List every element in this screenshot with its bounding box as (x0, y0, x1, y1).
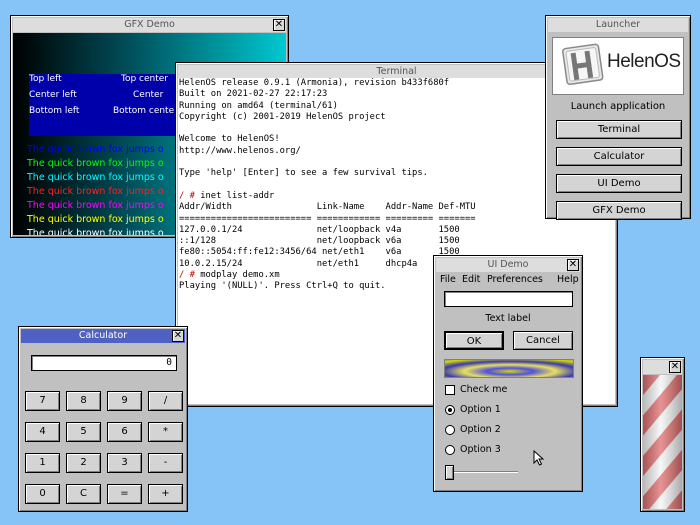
terminal-line-text: Built on 2021-02-27 22:17:23 (179, 89, 328, 100)
launcher-window[interactable]: Launcher HelenOS Launch application Term… (545, 15, 691, 220)
terminal-line: 127.0.0.1/24 net/loopback v4a 1500 (179, 225, 614, 236)
close-icon[interactable]: ✕ (273, 19, 285, 31)
launcher-title: Launcher (595, 19, 641, 30)
gfx-demo-title: GFX Demo (124, 19, 175, 30)
menu-file[interactable]: File (440, 272, 456, 288)
terminal-line-text: http://www.helenos.org/ (179, 145, 301, 156)
menu-edit[interactable]: Edit (462, 272, 480, 288)
calc-key-equals[interactable]: = (107, 484, 142, 504)
ui-demo-title: UI Demo (487, 259, 529, 270)
calc-key-8[interactable]: 8 (66, 391, 101, 411)
gfx-demo-titlebar[interactable]: GFX Demo ✕ (13, 18, 286, 32)
launch-ui-demo-button[interactable]: UI Demo (556, 174, 682, 193)
ui-demo-titlebar[interactable]: UI Demo ✕ (436, 258, 580, 272)
calc-key-plus[interactable]: + (148, 484, 183, 504)
calc-key-5[interactable]: 5 (66, 422, 101, 442)
calculator-window[interactable]: Calculator ✕ 0 7 8 9/4 5 6 * 1 2 3-0 C = + (18, 326, 188, 512)
terminal-line-text: Copyright (c) 2001-2019 HelenOS project (179, 111, 386, 122)
calc-key-7[interactable]: 7 (25, 391, 60, 411)
barber-pole-window[interactable]: ✕ (640, 357, 685, 512)
text-label: Text label (485, 313, 531, 324)
helenos-logo: HelenOS (552, 37, 684, 95)
barber-pole-graphic (643, 375, 682, 509)
launch-application-label: Launch application (570, 101, 666, 112)
ui-demo-window[interactable]: UI Demo ✕ File Edit Preferences Help Tex… (433, 255, 583, 492)
launch-terminal-button[interactable]: Terminal (556, 120, 682, 139)
launch-gfx-demo-button[interactable]: GFX Demo (556, 201, 682, 220)
close-icon[interactable]: ✕ (669, 361, 681, 373)
calculator-titlebar[interactable]: Calculator ✕ (21, 329, 185, 343)
check-me-label: Check me (460, 384, 508, 395)
text-entry-field[interactable] (444, 291, 573, 307)
fox-line: The quick brown fox jumps o (27, 214, 164, 225)
slider-handle[interactable] (445, 465, 454, 480)
label-center-left: Center left (29, 90, 77, 100)
calc-key-minus[interactable]: - (148, 453, 183, 473)
label-top-center: Top center (121, 74, 169, 84)
fox-line: The quick brown fox jumps o (27, 144, 164, 155)
shell-prompt: / # (179, 270, 201, 281)
option-2-radio[interactable] (445, 425, 455, 435)
label-bottom-center: Bottom cente (113, 106, 175, 116)
barber-pole-titlebar[interactable]: ✕ (643, 360, 682, 374)
terminal-line: ::1/128 net/loopback v6a 1500 (179, 236, 614, 247)
close-icon[interactable]: ✕ (172, 330, 184, 342)
label-center: Center (133, 90, 164, 100)
menu-help[interactable]: Help (557, 272, 579, 288)
shell-prompt: / # (179, 190, 201, 201)
check-me-checkbox[interactable] (445, 385, 455, 395)
terminal-line-text: inet list-addr (200, 190, 275, 201)
mouse-pointer-icon (533, 450, 545, 466)
terminal-line-text: ::1/128 net/loopback v6a 1500 (179, 236, 460, 247)
cancel-button[interactable]: Cancel (513, 331, 573, 350)
terminal-line-text: 127.0.0.1/24 net/loopback v4a 1500 (179, 224, 460, 235)
terminal-line-text: HelenOS release 0.9.1 (Armonia), revisio… (179, 78, 450, 88)
calc-key-divide[interactable]: / (148, 391, 183, 411)
calc-key-2[interactable]: 2 (66, 453, 101, 473)
fox-line: The quick brown fox jumps o (27, 158, 164, 169)
calc-key-0[interactable]: 0 (25, 484, 60, 504)
terminal-line-text: Welcome to HelenOS! (179, 134, 280, 145)
menu-preferences[interactable]: Preferences (487, 272, 543, 288)
bitmap-image (444, 359, 574, 378)
calc-key-4[interactable]: 4 (25, 422, 60, 442)
terminal-line-text: ========================= ============ =… (179, 213, 476, 224)
calc-key-1[interactable]: 1 (25, 453, 60, 473)
terminal-line-text: 10.0.2.15/24 net/eth1 dhcp4a 1500 (179, 258, 460, 269)
calc-key-6[interactable]: 6 (107, 422, 142, 442)
calc-key-multiply[interactable]: * (148, 422, 183, 442)
close-icon[interactable]: ✕ (567, 259, 579, 271)
terminal-line-text: Playing '(NULL)'. Press Ctrl+Q to quit. (179, 281, 386, 292)
calculator-display: 0 (31, 355, 177, 371)
label-top-left: Top left (29, 74, 62, 84)
launch-calculator-button[interactable]: Calculator (556, 147, 682, 166)
terminal-title: Terminal (376, 66, 417, 77)
ui-demo-menubar: File Edit Preferences Help (436, 272, 580, 288)
logo-text: HelenOS (607, 51, 681, 72)
ok-button[interactable]: OK (444, 331, 504, 350)
terminal-line-text: Addr/Width Link-Name Addr-Name Def-MTU (179, 202, 476, 213)
fox-line: The quick brown fox jumps o (27, 200, 164, 211)
terminal-line-text: fe80::5054:ff:fe12:3456/64 net/eth1 v6a … (179, 247, 460, 258)
slider-track[interactable] (446, 471, 518, 473)
fox-line: The quick brown fox jumps o (27, 186, 164, 197)
option-1-radio[interactable] (445, 405, 455, 415)
terminal-line-text: modplay demo.xm (200, 270, 280, 281)
option-3-radio[interactable] (445, 445, 455, 455)
option-2-label: Option 2 (460, 424, 501, 435)
calculator-title: Calculator (78, 330, 128, 341)
calc-key-3[interactable]: 3 (107, 453, 142, 473)
fox-line: The quick brown fox jumps o (27, 172, 164, 183)
terminal-line-text: Type 'help' [Enter] to see a few surviva… (179, 168, 428, 179)
calc-key-clear[interactable]: C (66, 484, 101, 504)
terminal-line-text: Running on amd64 (terminal/61) (179, 100, 338, 111)
option-3-label: Option 3 (460, 444, 501, 455)
calc-key-9[interactable]: 9 (107, 391, 142, 411)
fox-line: The quick brown fox jumps o (27, 228, 164, 235)
option-1-label: Option 1 (460, 404, 501, 415)
label-bottom-left: Bottom left (29, 106, 80, 116)
launcher-titlebar[interactable]: Launcher (548, 18, 688, 32)
